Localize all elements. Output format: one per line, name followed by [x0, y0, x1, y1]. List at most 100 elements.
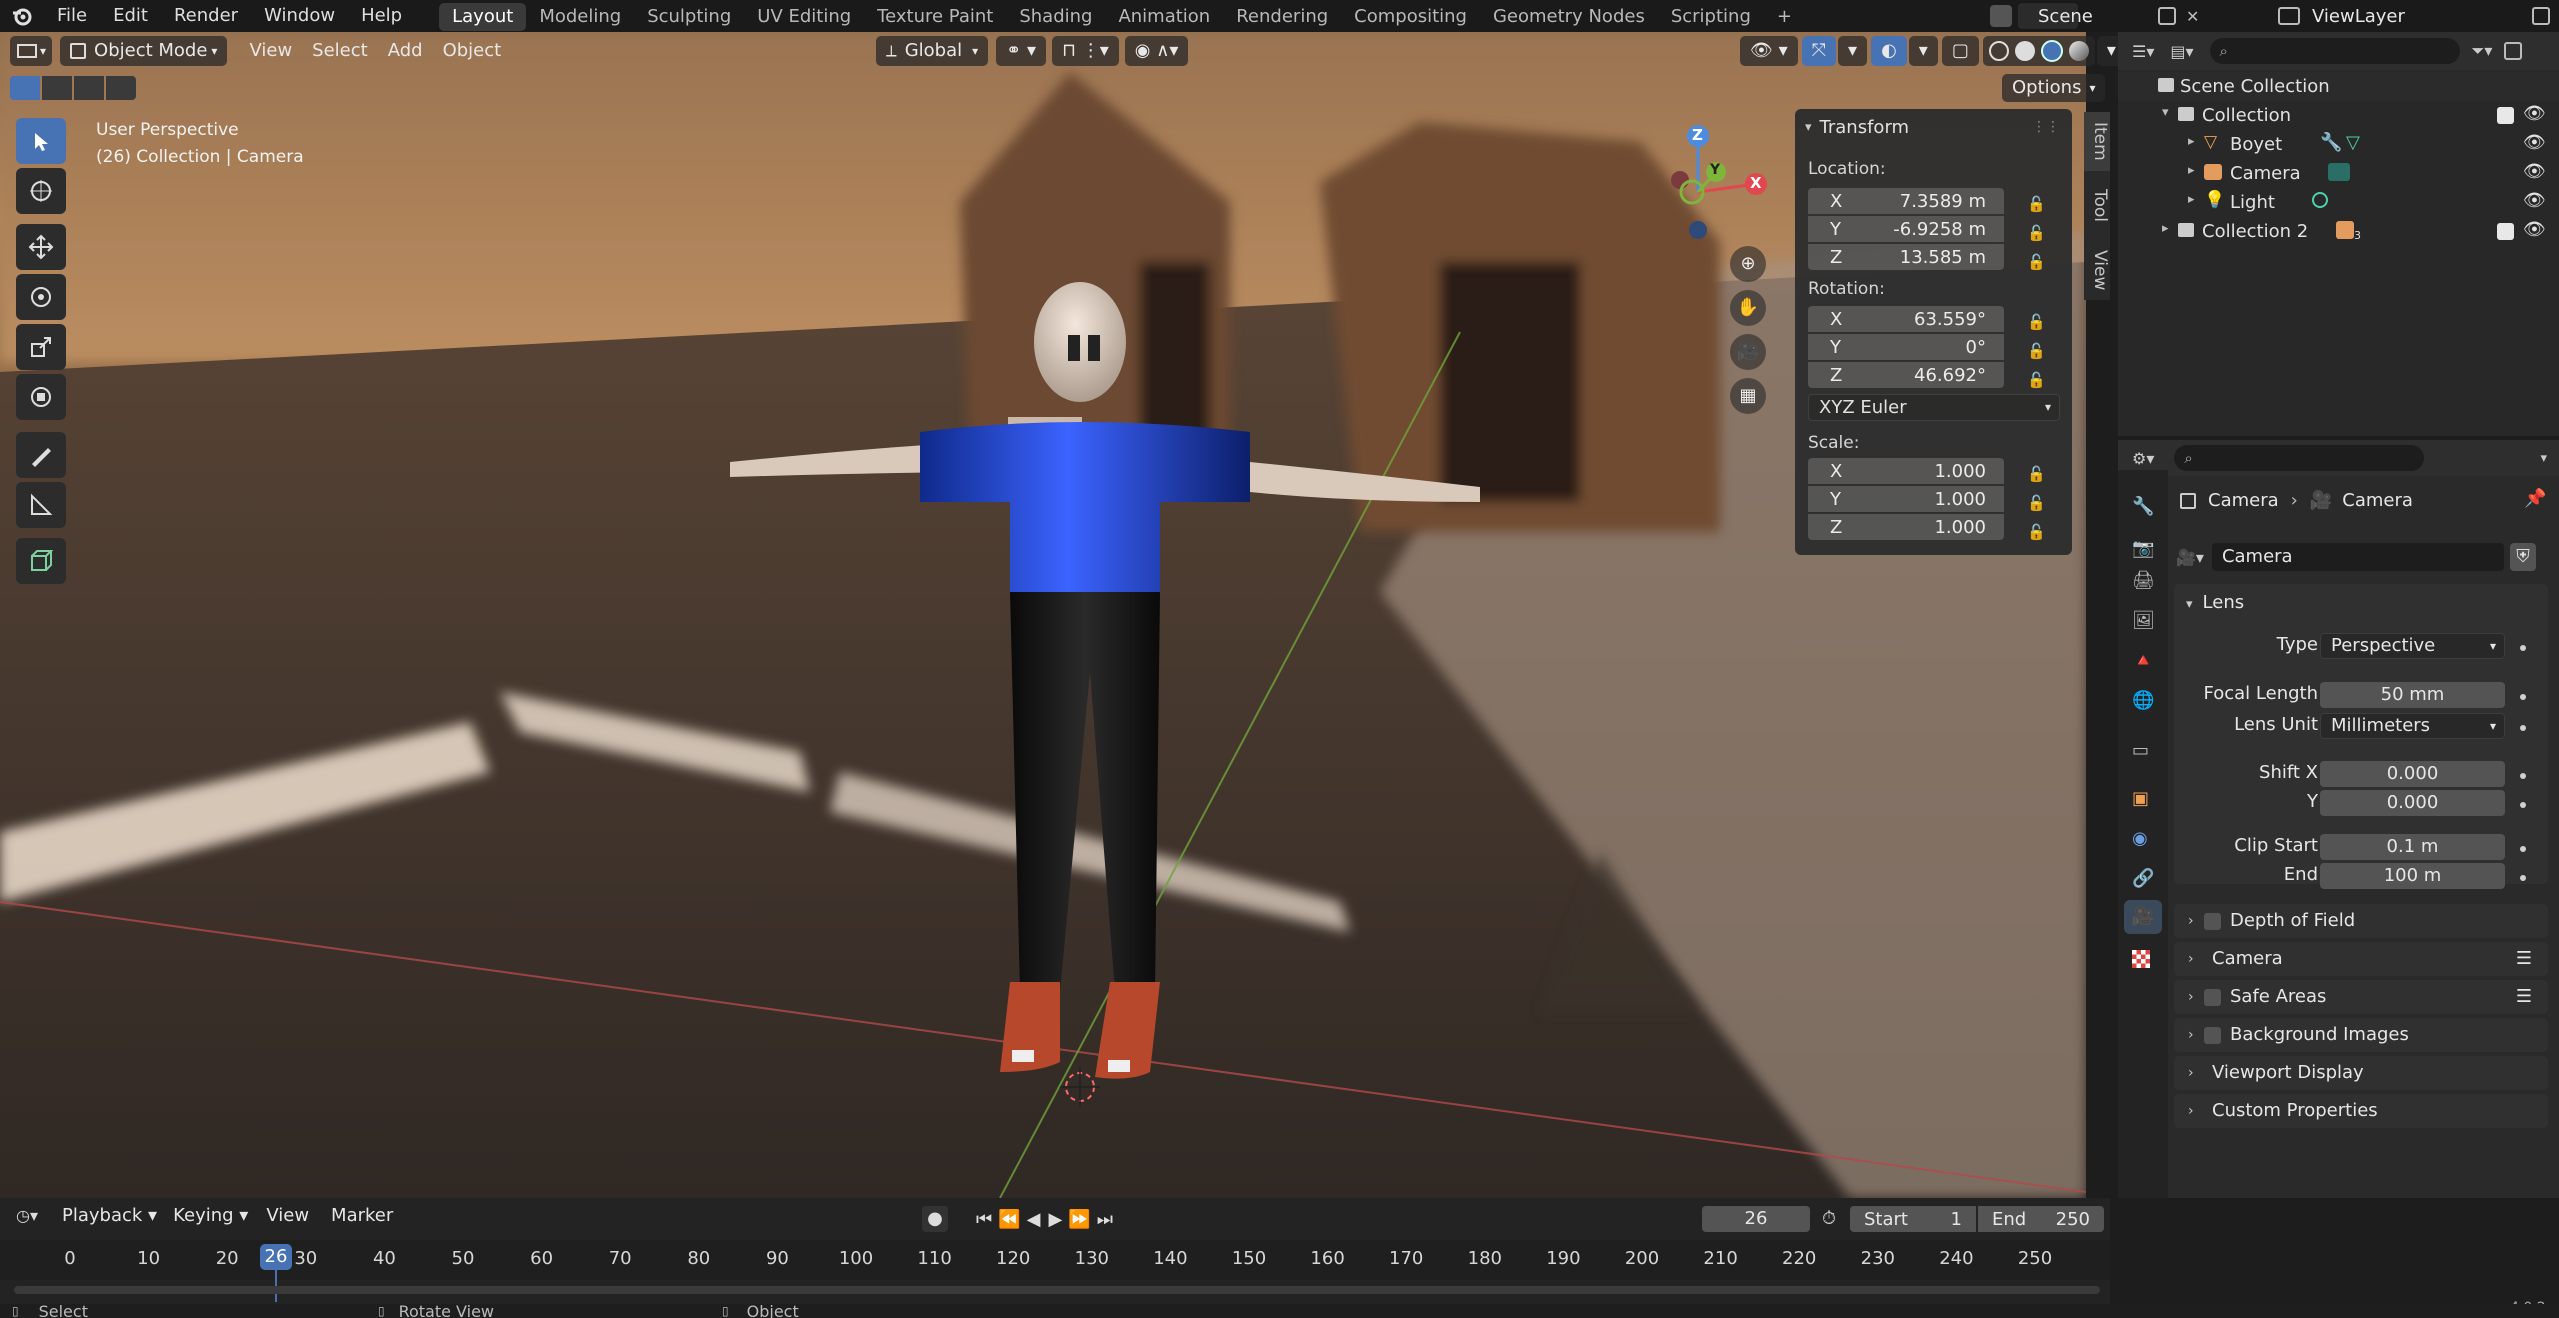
- view-layer-copy-icon[interactable]: [2532, 7, 2550, 25]
- lock-icon[interactable]: 🔓: [2027, 337, 2046, 366]
- navigation-gizmo[interactable]: Z X Y: [1640, 120, 1780, 260]
- keying-menu[interactable]: Keying ▾: [173, 1205, 248, 1226]
- tab-layout[interactable]: Layout: [439, 3, 527, 31]
- timeline-view-menu[interactable]: View: [266, 1205, 309, 1226]
- lock-icon[interactable]: 🔓: [2027, 190, 2046, 219]
- outliner-row-light[interactable]: ▸ 💡 Light 👁: [2118, 188, 2559, 217]
- select-subtract-icon[interactable]: [74, 76, 104, 100]
- lock-icon[interactable]: 🔓: [2027, 219, 2046, 248]
- perspective-toggle-icon[interactable]: ▦: [1730, 378, 1766, 414]
- tab-compositing[interactable]: Compositing: [1341, 3, 1480, 31]
- location-y-field[interactable]: Y -6.9258 m: [1808, 216, 2004, 242]
- pin-icon[interactable]: 📌: [2524, 488, 2546, 509]
- panel-custom-properties[interactable]: › Custom Properties: [2174, 1094, 2548, 1128]
- select-new-icon[interactable]: [10, 76, 40, 100]
- filter-icon[interactable]: ⏷▾: [2472, 41, 2493, 61]
- object-properties-icon[interactable]: ▣: [2132, 788, 2149, 809]
- properties-search-input[interactable]: ⌕: [2174, 445, 2425, 471]
- select-box-tool-icon[interactable]: [16, 118, 66, 164]
- expand-arrow-icon[interactable]: ▾: [2162, 105, 2169, 120]
- keyframe-dot-icon[interactable]: [2520, 694, 2526, 700]
- scale-x-field[interactable]: X 1.000: [1808, 458, 2004, 484]
- presets-list-icon[interactable]: ☰: [2516, 980, 2532, 1014]
- lock-icon[interactable]: 🔓: [2027, 518, 2046, 547]
- new-collection-icon[interactable]: [2504, 42, 2523, 60]
- lock-icon[interactable]: 🔓: [2027, 308, 2046, 337]
- camera-name-field[interactable]: Camera: [2211, 543, 2504, 571]
- wireframe-shading-icon[interactable]: [1988, 41, 2009, 61]
- select-extend-icon[interactable]: [42, 76, 72, 100]
- display-mode-icon[interactable]: ▤▾: [2170, 42, 2193, 61]
- panel-viewport-display[interactable]: › Viewport Display: [2174, 1056, 2548, 1090]
- cursor-tool-icon[interactable]: [16, 168, 66, 214]
- presets-list-icon[interactable]: ☰: [2516, 942, 2532, 976]
- mode-dropdown[interactable]: Object Mode ▾: [60, 36, 228, 66]
- camera-view-icon[interactable]: 🎥: [1730, 334, 1766, 370]
- location-z-field[interactable]: Z 13.585 m: [1808, 244, 2004, 270]
- keyframe-dot-icon[interactable]: [2520, 725, 2526, 731]
- background-images-checkbox[interactable]: [2204, 1027, 2221, 1044]
- visibility-eye-icon[interactable]: 👁: [2523, 132, 2546, 153]
- scene-close-icon[interactable]: ✕: [2186, 7, 2200, 26]
- lock-icon[interactable]: 🔓: [2027, 489, 2046, 518]
- outliner-row-scene-collection[interactable]: Scene Collection: [2118, 72, 2559, 101]
- expand-arrow-icon[interactable]: ▸: [2188, 192, 2195, 207]
- rotation-mode-dropdown[interactable]: XYZ Euler ▾: [1808, 394, 2060, 421]
- outliner-row-camera[interactable]: ▸ Camera 👁: [2118, 159, 2559, 188]
- end-frame-field[interactable]: End 250: [1978, 1206, 2104, 1232]
- view-layer-name[interactable]: ViewLayer: [2312, 6, 2512, 27]
- menu-window[interactable]: Window: [251, 0, 348, 32]
- timeline-scrollbar[interactable]: [14, 1286, 2100, 1294]
- jump-end-icon[interactable]: ⏭: [1097, 1209, 1113, 1230]
- material-shading-icon[interactable]: [2040, 40, 2063, 62]
- tab-view[interactable]: View: [2084, 240, 2110, 300]
- exclude-checkbox[interactable]: [2497, 223, 2514, 240]
- menu-render[interactable]: Render: [161, 0, 251, 32]
- overlay-toggle-icon[interactable]: ◐: [1871, 36, 1907, 66]
- expand-arrow-icon[interactable]: ▸: [2188, 134, 2195, 149]
- playback-menu[interactable]: Playback ▾: [62, 1205, 157, 1226]
- keyframe-dot-icon[interactable]: [2520, 875, 2526, 881]
- fake-user-shield-icon[interactable]: ⛨: [2509, 543, 2536, 571]
- scene-name[interactable]: Scene: [2038, 6, 2148, 27]
- viewport-menu-select[interactable]: Select: [302, 36, 378, 66]
- jump-start-icon[interactable]: ⏮: [976, 1209, 992, 1230]
- lock-icon[interactable]: 🔓: [2027, 248, 2046, 277]
- keyframe-dot-icon[interactable]: [2520, 773, 2526, 779]
- add-workspace-icon[interactable]: +: [1764, 3, 1805, 31]
- timeline-editor-icon[interactable]: ◷▾: [16, 1206, 38, 1225]
- rotation-y-field[interactable]: Y 0°: [1808, 334, 2004, 360]
- viewport-menu-view[interactable]: View: [239, 36, 302, 66]
- current-frame-field[interactable]: 26: [1702, 1206, 1810, 1232]
- tab-geometry-nodes[interactable]: Geometry Nodes: [1480, 3, 1658, 31]
- rendered-shading-icon[interactable]: [2068, 41, 2089, 61]
- outliner-row-collection-2[interactable]: ▸ Collection 2 3 👁: [2118, 217, 2559, 246]
- preview-range-icon[interactable]: ⏱: [1822, 1208, 1836, 1229]
- collapse-chevron-icon[interactable]: ▾: [1805, 120, 1812, 135]
- tab-sculpting[interactable]: Sculpting: [634, 3, 744, 31]
- gizmo-toggle-icon[interactable]: ⤧: [1801, 36, 1837, 66]
- outliner-row-collection[interactable]: ▾ Collection 👁: [2118, 101, 2559, 130]
- texture-properties-icon[interactable]: [2132, 950, 2150, 968]
- visibility-eye-icon[interactable]: 👁: [2523, 103, 2546, 124]
- scene-selector[interactable]: Scene ✕: [1990, 2, 2200, 30]
- shift-x-field[interactable]: 0.000: [2320, 761, 2505, 787]
- tab-uv-editing[interactable]: UV Editing: [744, 3, 864, 31]
- clip-end-field[interactable]: 100 m: [2320, 863, 2505, 889]
- play-reverse-icon[interactable]: ◀: [1027, 1209, 1041, 1230]
- rotate-tool-icon[interactable]: [16, 274, 66, 320]
- menu-edit[interactable]: Edit: [100, 0, 161, 32]
- keyframe-dot-icon[interactable]: [2520, 802, 2526, 808]
- overlay-dropdown-icon[interactable]: ▾: [1908, 36, 1938, 66]
- menu-file[interactable]: File: [44, 0, 100, 32]
- move-tool-icon[interactable]: [16, 224, 66, 270]
- tab-rendering[interactable]: Rendering: [1223, 3, 1341, 31]
- playhead[interactable]: 26: [260, 1244, 292, 1270]
- panel-depth-of-field[interactable]: › Depth of Field: [2174, 904, 2548, 938]
- collection-properties-icon[interactable]: ▭: [2132, 740, 2149, 761]
- constraints-properties-icon[interactable]: 🔗: [2132, 868, 2154, 889]
- visibility-eye-icon[interactable]: 👁: [2523, 190, 2546, 211]
- blender-logo-icon[interactable]: [0, 0, 44, 32]
- scene-properties-icon[interactable]: 🔺: [2132, 650, 2154, 671]
- camera-data-browse-icon[interactable]: 🎥▾: [2176, 548, 2204, 567]
